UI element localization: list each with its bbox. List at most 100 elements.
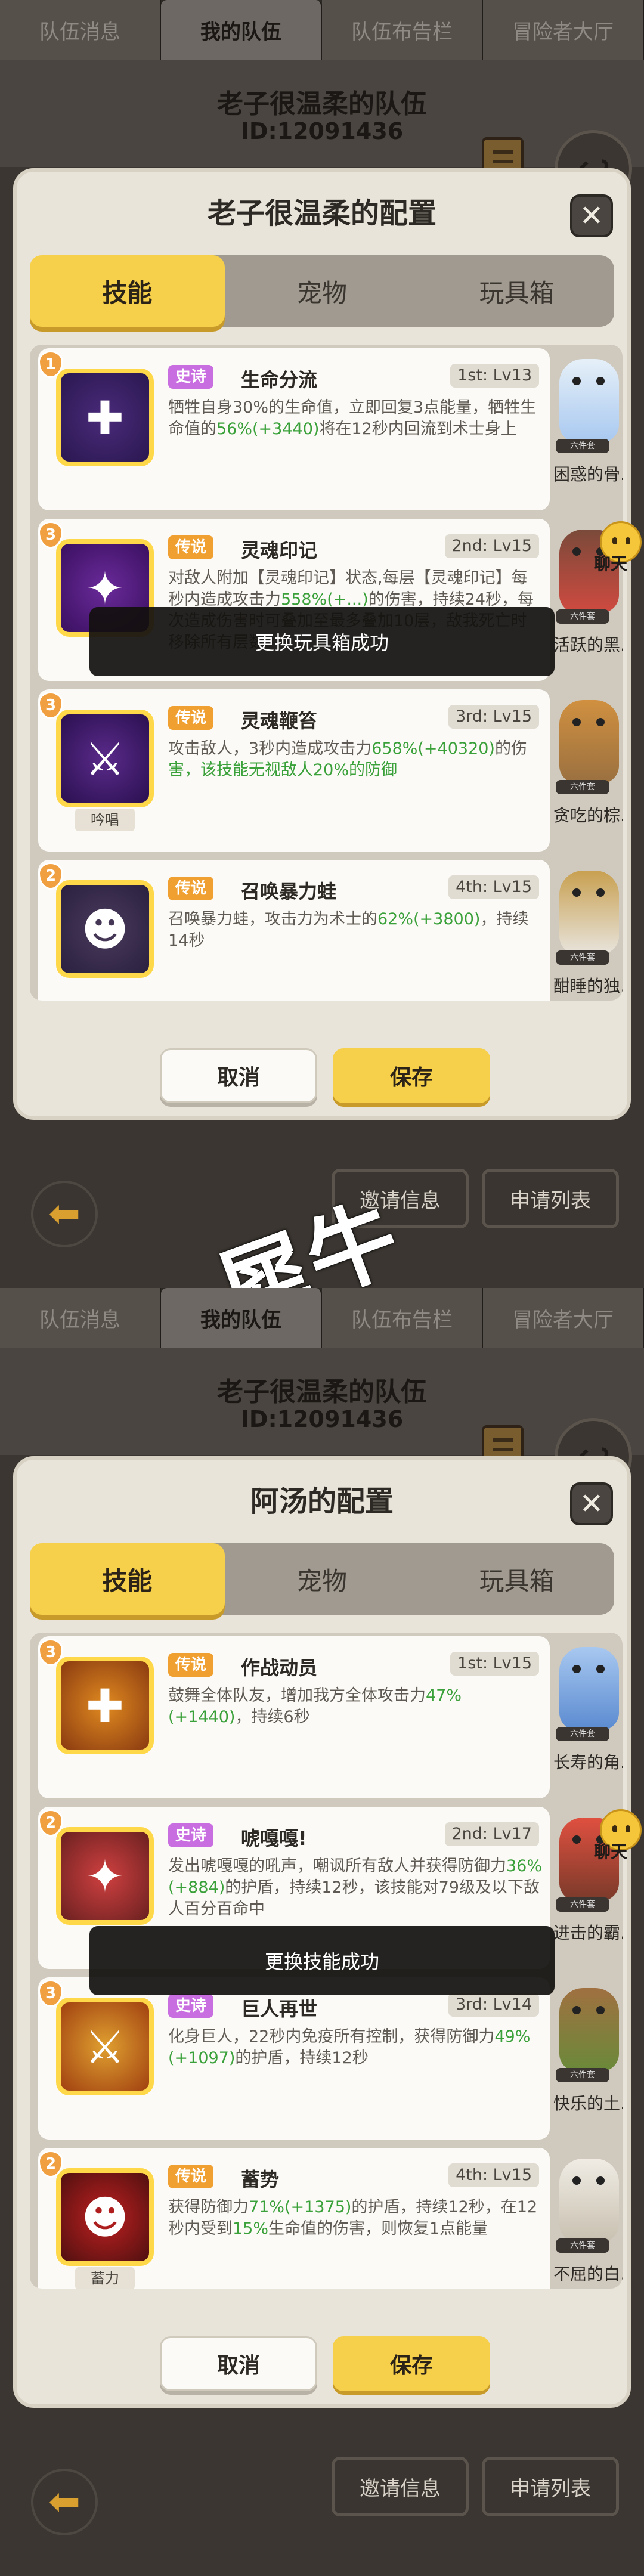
skill-name: 灵魂印记 (241, 539, 318, 562)
pet-avatar[interactable] (559, 359, 619, 442)
cancel-button[interactable]: 取消 (160, 2336, 317, 2391)
chat-label[interactable]: 聊天 (594, 1839, 627, 1863)
desc-segment: 658%(+40320) (371, 739, 495, 758)
skill-card[interactable]: ✚ 3 传说 作战动员 1st: Lv15 鼓舞全体队友，增加我方全体攻击力47%(+14… (38, 1636, 550, 1798)
pet-slot[interactable]: 六件套长寿的角... (553, 1636, 623, 1798)
chat-label[interactable]: 聊天 (594, 551, 627, 575)
pet-avatar[interactable] (559, 700, 619, 784)
desc-segment: 将在12秒内回流到术士 (319, 420, 485, 438)
desc-segment: 的护盾，持续12秒 (235, 2049, 369, 2067)
close-button[interactable]: ✕ (570, 1482, 613, 1525)
pet-name: 快乐的土... (553, 2094, 623, 2113)
skill-card[interactable]: ☻ 2 传说 召唤暴力蛙 4th: Lv15 召唤暴力蛙，攻击力为术士的62%(+3800… (38, 860, 550, 1001)
tab-team-messages[interactable]: 队伍消息 (0, 1288, 161, 1348)
skill-icon[interactable]: ✚ (56, 1657, 154, 1754)
team-header: 老子很温柔的队伍 ID:12091436 ↩ (0, 1348, 644, 1496)
desc-segment: ，持续6秒 (235, 1708, 310, 1726)
tab-toybox[interactable]: 玩具箱 (419, 1543, 614, 1615)
skill-icon[interactable]: ⚔ (56, 710, 154, 807)
skill-card[interactable]: ☻ 2 蓄力 传说 蓄势 4th: Lv15 获得防御力71%(+1375)的护盾，持续12… (38, 2148, 550, 2289)
pet-avatar[interactable] (559, 2159, 619, 2242)
tab-adventurer-hall[interactable]: 冒险者大厅 (483, 1288, 644, 1348)
team-id: ID:12091436 (240, 1406, 404, 1432)
pet-name: 长寿的角... (553, 1753, 623, 1772)
skill-card[interactable]: ⚔ 3 吟唱 传说 灵魂鞭笞 3rd: Lv15 攻击敌人，3秒内造成攻击力658%(+40… (38, 689, 550, 852)
pet-avatar[interactable] (559, 871, 619, 954)
pet-set-tag: 六件套 (556, 780, 609, 794)
tab-pets[interactable]: 宠物 (225, 1543, 420, 1615)
apply-list-button[interactable]: 申请列表 (482, 1169, 619, 1228)
pet-slot[interactable]: 六件套困惑的骨... (553, 348, 623, 510)
skill-icon[interactable]: ✦ (56, 1827, 154, 1925)
tab-pets[interactable]: 宠物 (225, 255, 420, 327)
team-id: ID:12091436 (240, 118, 404, 144)
desc-segment: 发出唬嘎嘎的吼声，嘲讽所有敌人并获得防御力 (168, 1857, 506, 1875)
tab-team-messages[interactable]: 队伍消息 (0, 0, 161, 60)
skill-name: 唬嘎嘎! (241, 1827, 307, 1850)
save-button[interactable]: 保存 (333, 1048, 490, 1103)
desc-segment: 获得防御力 (168, 2198, 249, 2216)
skill-description: 发出唬嘎嘎的吼声，嘲讽所有敌人并获得防御力36%(+884)的护盾，持续12秒，… (168, 1856, 543, 1920)
pet-set-tag: 六件套 (556, 439, 609, 453)
desc-segment: 558%(+...) (281, 590, 369, 609)
pet-avatar[interactable] (559, 1988, 619, 2072)
pet-set-tag: 六件套 (556, 1897, 609, 1912)
skill-subtag: 蓄力 (75, 2267, 135, 2289)
skill-card[interactable]: ✚ 1 史诗 生命分流 1st: Lv13 牺牲自身30%的生命值，立即回复3点能量，牺牲… (38, 348, 550, 510)
desc-segment: 的伤 (494, 739, 527, 758)
skill-icon[interactable]: ☻ (56, 880, 154, 978)
tab-my-team[interactable]: 我的队伍 (161, 1288, 322, 1348)
tab-skills[interactable]: 技能 (30, 255, 225, 327)
skill-slot-level: 2nd: Lv17 (444, 1822, 539, 1846)
pet-set-tag: 六件套 (556, 609, 609, 624)
pet-slot[interactable]: 六件套酣睡的独... (553, 860, 623, 1001)
toast-message: 更换玩具箱成功 (89, 607, 555, 676)
desc-segment: 生命值的伤害，则恢复1点能量 (268, 2219, 488, 2238)
skill-slot-level: 3rd: Lv15 (448, 705, 539, 729)
rarity-badge: 传说 (168, 877, 214, 900)
back-arrow-icon[interactable]: ⬅ (31, 2469, 98, 2535)
invite-info-button[interactable]: 邀请信息 (332, 2457, 469, 2516)
rarity-badge: 史诗 (168, 365, 214, 389)
tab-toybox[interactable]: 玩具箱 (419, 255, 614, 327)
rarity-badge: 传说 (168, 535, 214, 559)
rarity-badge: 传说 (168, 1653, 214, 1677)
skill-description: 获得防御力71%(+1375)的护盾，持续12秒，在12 秒内受到15%生命值的伤… (168, 2197, 543, 2240)
screen-1: 队伍消息 我的队伍 队伍布告栏 冒险者大厅 老子很温柔的队伍 ID:120914… (0, 0, 644, 1288)
skill-icon[interactable]: ☻ (56, 2168, 154, 2266)
modal-title: 阿汤的配置 (250, 1485, 394, 1518)
skill-slot-level: 1st: Lv15 (450, 1652, 539, 1676)
pet-slot[interactable]: 六件套不屈的白... (553, 2148, 623, 2289)
tab-team-board[interactable]: 队伍布告栏 (322, 1288, 483, 1348)
skill-card[interactable]: ⚔ 3 史诗 巨人再世 3rd: Lv14 化身巨人，22秒内免疫所有控制，获得防御力49… (38, 1977, 550, 2140)
pet-name: 困惑的骨... (553, 465, 623, 484)
desc-segment: 56%(+3440) (216, 420, 320, 438)
skill-name: 灵魂鞭笞 (241, 710, 318, 732)
pet-name: 不屈的白... (553, 2264, 623, 2284)
pet-slot[interactable]: 六件套贪吃的棕... (553, 689, 623, 852)
skill-icon[interactable]: ✚ (56, 369, 154, 466)
skill-description: 化身巨人，22秒内免疫所有控制，获得防御力49%(+1097)的护盾，持续12秒 (168, 2026, 543, 2069)
skill-subtag: 吟唱 (75, 809, 135, 831)
pet-set-tag: 六件套 (556, 2068, 609, 2082)
skill-icon[interactable]: ⚔ (56, 1998, 154, 2095)
cancel-button[interactable]: 取消 (160, 1048, 317, 1103)
back-arrow-icon[interactable]: ⬅ (31, 1181, 98, 1247)
tab-my-team[interactable]: 我的队伍 (161, 0, 322, 60)
close-button[interactable]: ✕ (570, 194, 613, 237)
skill-description: 攻击敌人，3秒内造成攻击力658%(+40320)的伤害，该技能无视敌人20%的… (168, 738, 543, 781)
tab-adventurer-hall[interactable]: 冒险者大厅 (483, 0, 644, 60)
skill-description: 牺牲自身30%的生命值，立即回复3点能量，牺牲生命值的56%(+3440)将在1… (168, 397, 543, 440)
skill-slot-level: 4th: Lv15 (448, 2163, 539, 2187)
apply-list-button[interactable]: 申请列表 (482, 2457, 619, 2516)
pet-avatar[interactable] (559, 1647, 619, 1730)
pet-name: 活跃的黑... (553, 635, 623, 655)
tab-team-board[interactable]: 队伍布告栏 (322, 0, 483, 60)
desc-segment: 的护盾，持续12秒，在12 (351, 2198, 538, 2216)
desc-segment: 攻击敌人，3秒内造成攻击力 (168, 739, 372, 758)
tab-skills[interactable]: 技能 (30, 1543, 225, 1615)
skill-name: 巨人再世 (241, 1998, 318, 2020)
pet-slot[interactable]: 六件套快乐的土... (553, 1977, 623, 2140)
skill-name: 召唤暴力蛙 (241, 880, 337, 903)
save-button[interactable]: 保存 (333, 2336, 490, 2391)
